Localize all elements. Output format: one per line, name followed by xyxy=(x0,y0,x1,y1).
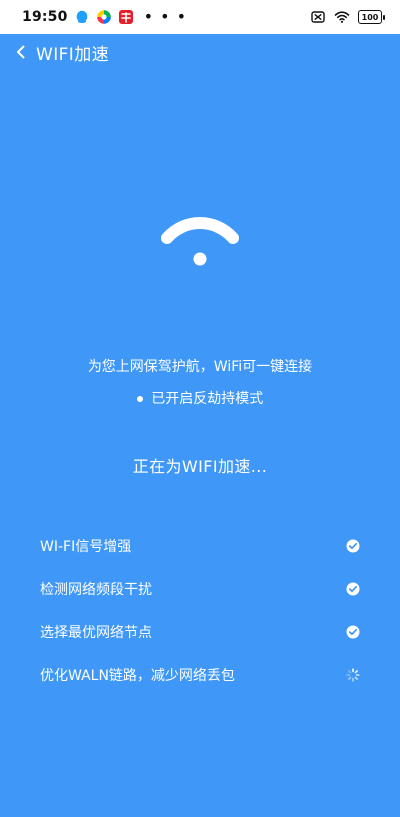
header-bar: WIFI加速 xyxy=(0,34,400,70)
description-line-2: 已开启反劫持模式 xyxy=(0,388,400,408)
task-item: 优化WALN链路，减少网络丢包 xyxy=(40,653,360,696)
task-item: 选择最优网络节点 xyxy=(40,610,360,653)
screen: 19:50 • • • 100 WIFI加速 为您上网保驾护航，WiFi可一键连… xyxy=(0,0,400,817)
description-line-1: 为您上网保驾护航，WiFi可一键连接 xyxy=(87,359,313,375)
more-notifications: • • • xyxy=(143,7,188,26)
check-circle-icon xyxy=(346,625,360,639)
wifi-signal-icon xyxy=(334,9,350,25)
task-item: 检测网络频段干扰 xyxy=(40,567,360,610)
task-list: WI-FI信号增强 检测网络频段干扰 选择最优网络节点 优化WALN链路，减少网… xyxy=(40,524,360,696)
anti-hijack-text: 已开启反劫持模式 xyxy=(151,391,264,407)
wifi-icon xyxy=(155,210,245,280)
status-left: 19:50 • • • xyxy=(22,7,188,26)
sim-off-icon xyxy=(310,9,326,25)
chevron-left-icon[interactable] xyxy=(12,43,30,61)
task-label: WI-FI信号增强 xyxy=(40,538,132,555)
color-wheel-icon xyxy=(96,9,112,25)
task-label: 优化WALN链路，减少网络丢包 xyxy=(40,667,235,684)
task-item: WI-FI信号增强 xyxy=(40,524,360,567)
task-label: 选择最优网络节点 xyxy=(40,624,152,641)
spinner-icon xyxy=(346,667,360,682)
check-circle-icon xyxy=(346,582,360,596)
status-right: 100 xyxy=(310,9,385,25)
page-title: WIFI加速 xyxy=(36,44,110,65)
progress-title: 正在为WIFI加速... xyxy=(132,457,268,476)
check-circle-icon xyxy=(346,539,360,553)
status-dot-icon xyxy=(136,396,143,402)
status-time: 19:50 xyxy=(22,9,68,25)
chat-app-icon xyxy=(74,9,90,25)
battery-level: 100 xyxy=(361,12,379,22)
red-app-icon xyxy=(118,9,134,25)
wifi-graphic xyxy=(0,210,400,280)
task-label: 检测网络频段干扰 xyxy=(40,581,152,598)
battery-indicator: 100 xyxy=(358,10,385,24)
status-bar: 19:50 • • • 100 xyxy=(0,0,400,34)
